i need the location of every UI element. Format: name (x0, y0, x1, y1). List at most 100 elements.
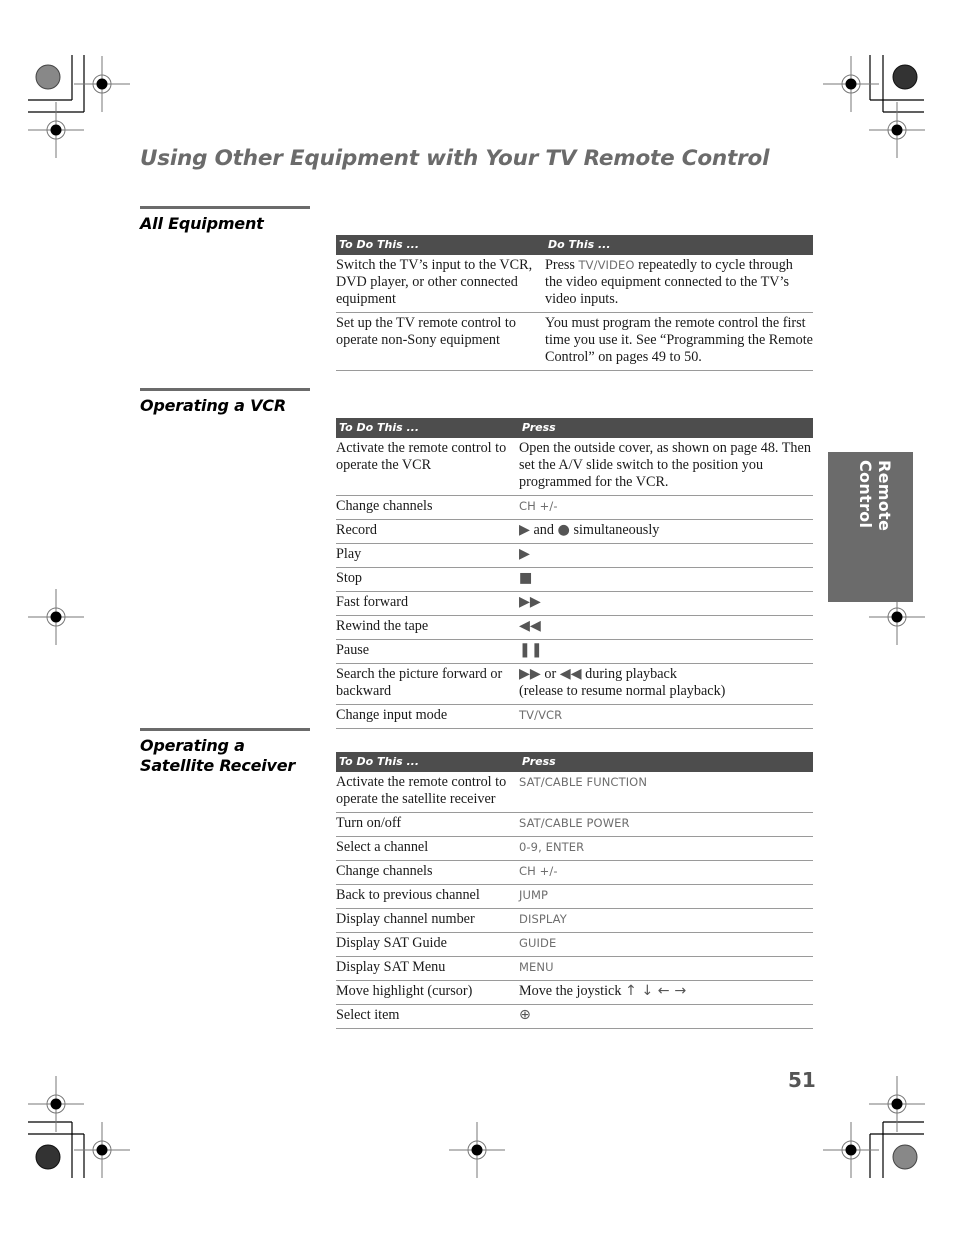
table-row: Activate the remote control to operate t… (336, 438, 813, 496)
page-number: 51 (788, 1068, 816, 1092)
instruction-text: during playback (581, 666, 677, 682)
instruction-text: simultaneously (569, 522, 660, 538)
all-equipment-table: To Do This ... Do This ... Switch the TV… (336, 235, 813, 371)
row-action: Stop (336, 567, 519, 592)
table-header-row: To Do This ... Press (336, 752, 813, 772)
row-instruction: CH +/- (519, 860, 813, 885)
registration-target-icon (471, 1144, 483, 1156)
registration-target-icon (50, 124, 62, 136)
joystick-arrows-icon: ↑ ↓ ← → (625, 983, 687, 999)
table-row: Rewind the tape ◀◀ (336, 615, 813, 640)
row-action: Search the picture forward or backward (336, 663, 519, 705)
table-row: Switch the TV’s input to the VCR, DVD pl… (336, 255, 813, 313)
table-row: Turn on/off SAT/CABLE POWER (336, 812, 813, 837)
row-instruction: ▶ and ● simultaneously (519, 519, 813, 544)
remote-button-label: GUIDE (519, 936, 557, 950)
section-rule (140, 206, 310, 209)
table-row: Select a channel 0-9, ENTER (336, 836, 813, 861)
table-row: Pause ❚❚ (336, 639, 813, 664)
table-row: Change input mode TV/VCR (336, 704, 813, 729)
row-action: Activate the remote control to operate t… (336, 438, 519, 496)
record-icon: ● (557, 522, 570, 538)
header-to-do: To Do This ... (336, 235, 545, 255)
table-row: Change channels CH +/- (336, 495, 813, 520)
remote-button-label: TV/VIDEO (578, 258, 635, 272)
row-action: Switch the TV’s input to the VCR, DVD pl… (336, 255, 545, 313)
section-title-satellite: Operating a Satellite Receiver (140, 736, 296, 775)
row-action: Select a channel (336, 836, 519, 861)
row-instruction: Open the outside cover, as shown on page… (519, 438, 813, 496)
table-row: Display SAT Menu MENU (336, 956, 813, 981)
joystick-select-icon: ⊕ (519, 1007, 531, 1023)
remote-button-label: CH +/- (519, 499, 558, 513)
remote-button-label: SAT/CABLE FUNCTION (519, 775, 648, 789)
page-title: Using Other Equipment with Your TV Remot… (140, 146, 770, 171)
remote-button-label: MENU (519, 960, 554, 974)
row-instruction: SAT/CABLE FUNCTION (519, 772, 813, 813)
row-action: Play (336, 543, 519, 568)
instruction-text: Move the joystick (519, 983, 625, 999)
header-press: Press (519, 418, 813, 438)
vcr-table: To Do This ... Press Activate the remote… (336, 418, 813, 729)
row-instruction: ▶▶ (519, 591, 813, 616)
table-row: Activate the remote control to operate t… (336, 772, 813, 813)
row-action: Select item (336, 1004, 519, 1029)
instruction-text: and (529, 522, 558, 538)
instruction-text: Open the outside cover, as shown on page… (519, 440, 811, 490)
registration-target-icon (50, 611, 62, 623)
table-row: Search the picture forward or backward ▶▶… (336, 663, 813, 705)
row-instruction: You must program the remote control the … (545, 312, 813, 371)
side-tab-label: Remote Control (856, 460, 894, 532)
row-instruction: DISPLAY (519, 908, 813, 933)
row-instruction: ⊕ (519, 1004, 813, 1029)
rewind-icon: ◀◀ (519, 618, 541, 634)
row-instruction: TV/VCR (519, 704, 813, 729)
section-rule (140, 728, 310, 731)
header-to-do: To Do This ... (336, 418, 519, 438)
instruction-text: or (540, 666, 560, 682)
row-instruction: ❚❚ (519, 639, 813, 664)
row-instruction: SAT/CABLE POWER (519, 812, 813, 837)
fast-forward-icon: ▶▶ (519, 666, 541, 682)
row-instruction: 0-9, ENTER (519, 836, 813, 861)
table-header-row: To Do This ... Press (336, 418, 813, 438)
registration-target-icon (50, 1098, 62, 1110)
row-action: Set up the TV remote control to operate … (336, 312, 545, 371)
registration-target-icon (96, 78, 108, 90)
row-action: Display SAT Guide (336, 932, 519, 957)
section-title-all-equipment: All Equipment (140, 214, 264, 233)
play-icon: ▶ (519, 522, 530, 538)
row-action: Change channels (336, 495, 519, 520)
table-row: Display SAT Guide GUIDE (336, 932, 813, 957)
header-to-do: To Do This ... (336, 752, 519, 772)
table-header-row: To Do This ... Do This ... (336, 235, 813, 255)
row-instruction: GUIDE (519, 932, 813, 957)
remote-button-label: TV/VCR (519, 708, 563, 722)
registration-target-icon (891, 124, 903, 136)
stop-icon: ■ (519, 570, 533, 586)
remote-button-label: DISPLAY (519, 912, 567, 926)
row-instruction: Press TV/VIDEO repeatedly to cycle throu… (545, 255, 813, 313)
table-row: Record ▶ and ● simultaneously (336, 519, 813, 544)
row-action: Display channel number (336, 908, 519, 933)
row-action: Pause (336, 639, 519, 664)
remote-button-label: 0-9, ENTER (519, 840, 585, 854)
registration-target-icon (96, 1144, 108, 1156)
pause-icon: ❚❚ (519, 642, 543, 658)
instruction-text: Press (545, 257, 579, 273)
row-action: Activate the remote control to operate t… (336, 772, 519, 813)
row-instruction: ▶▶ or ◀◀ during playback (release to resu… (519, 663, 813, 705)
registration-target-icon (845, 1144, 857, 1156)
table-row: Fast forward ▶▶ (336, 591, 813, 616)
registration-target-icon (891, 611, 903, 623)
row-action: Turn on/off (336, 812, 519, 837)
remote-button-label: SAT/CABLE POWER (519, 816, 630, 830)
table-row: Move highlight (cursor) Move the joystick… (336, 980, 813, 1005)
row-action: Rewind the tape (336, 615, 519, 640)
row-action: Fast forward (336, 591, 519, 616)
header-press: Press (519, 752, 813, 772)
table-row: Change channels CH +/- (336, 860, 813, 885)
row-action: Record (336, 519, 519, 544)
table-row: Set up the TV remote control to operate … (336, 312, 813, 371)
remote-button-label: JUMP (519, 888, 549, 902)
